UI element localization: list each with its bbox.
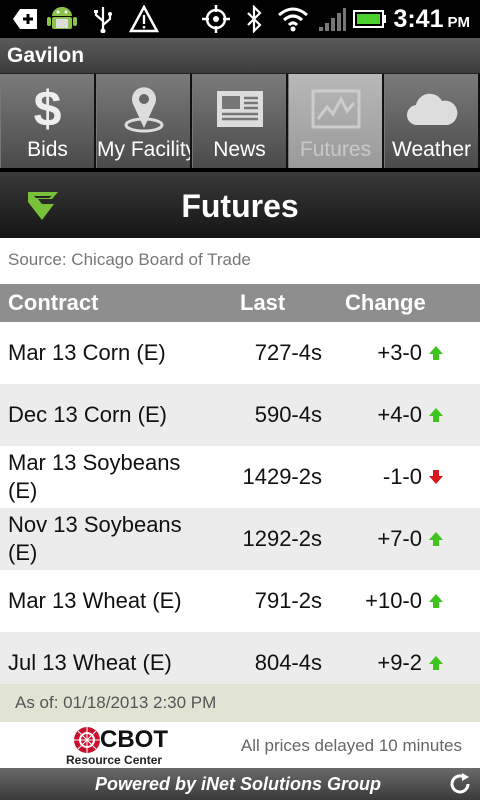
change-cell: -1-0 bbox=[382, 464, 422, 489]
as-of-timestamp: As of: 01/18/2013 2:30 PM bbox=[0, 684, 480, 722]
contract-cell: Mar 13 Soybeans (E) bbox=[8, 450, 181, 503]
tab-bids[interactable]: $ Bids bbox=[0, 74, 96, 168]
chart-icon bbox=[289, 84, 382, 134]
cloud-icon bbox=[385, 84, 478, 134]
change-cell: +9-2 bbox=[377, 650, 422, 675]
column-header-contract: Contract bbox=[8, 290, 99, 315]
table-row[interactable]: Dec 13 Corn (E) 590-4s +4-0 bbox=[0, 384, 480, 446]
app-title: Gavilon bbox=[0, 38, 480, 74]
change-cell: +3-0 bbox=[377, 340, 422, 365]
tab-label: My Facility bbox=[97, 138, 192, 161]
wifi-icon bbox=[276, 4, 310, 34]
status-bar: 3:41 PM bbox=[0, 0, 480, 38]
change-cell: +10-0 bbox=[365, 588, 422, 613]
bluetooth-icon bbox=[242, 4, 266, 34]
gps-icon bbox=[200, 4, 232, 34]
contract-cell: Nov 13 Soybeans (E) bbox=[8, 512, 182, 565]
change-cell: +4-0 bbox=[377, 402, 422, 427]
source-text: Source: Chicago Board of Trade bbox=[0, 238, 480, 284]
column-header-last: Last bbox=[240, 290, 286, 315]
clock: 3:41 PM bbox=[393, 4, 470, 34]
up-arrow-icon bbox=[429, 594, 443, 608]
page-title: Futures bbox=[181, 188, 299, 224]
add-notification-icon bbox=[10, 4, 40, 34]
table-row[interactable]: Mar 13 Corn (E) 727-4s +3-0 bbox=[0, 322, 480, 384]
dollar-icon: $ bbox=[33, 81, 62, 137]
delay-notice: All prices delayed 10 minutes bbox=[240, 736, 462, 755]
usb-icon bbox=[90, 4, 116, 34]
contract-cell: Dec 13 Corn (E) bbox=[8, 402, 167, 427]
last-cell: 804-4s bbox=[254, 650, 322, 675]
refresh-icon[interactable] bbox=[448, 772, 472, 800]
warning-icon bbox=[128, 4, 160, 34]
contract-cell: Mar 13 Corn (E) bbox=[8, 340, 166, 365]
android-icon bbox=[44, 4, 80, 34]
contract-cell: Mar 13 Wheat (E) bbox=[8, 588, 182, 613]
tab-label: Weather bbox=[392, 138, 471, 161]
change-cell: +7-0 bbox=[377, 526, 422, 551]
futures-table: Mar 13 Corn (E) 727-4s +3-0 Dec 13 Corn … bbox=[0, 322, 480, 694]
column-header-change: Change bbox=[345, 290, 426, 315]
up-arrow-icon bbox=[429, 656, 443, 670]
tab-label: Futures bbox=[299, 138, 372, 161]
newspaper-icon bbox=[193, 84, 286, 134]
battery-icon bbox=[352, 4, 388, 34]
cbot-seal-icon bbox=[74, 727, 100, 753]
table-header: Contract Last Change bbox=[0, 284, 480, 322]
powered-by-bar: Powered by iNet Solutions Group bbox=[0, 768, 480, 800]
table-row[interactable]: Mar 13 Soybeans (E) 1429-2s -1-0 bbox=[0, 446, 480, 508]
tab-my-facility[interactable]: My Facility bbox=[96, 74, 192, 168]
down-arrow-icon bbox=[429, 470, 443, 484]
location-pin-icon bbox=[97, 84, 190, 134]
last-cell: 1429-2s bbox=[242, 464, 322, 489]
up-arrow-icon bbox=[429, 346, 443, 360]
signal-icon bbox=[316, 4, 348, 34]
clock-ampm: PM bbox=[447, 14, 471, 31]
tab-bar: $ Bids My Facility News Futures Weather bbox=[0, 74, 480, 168]
cbot-subtitle: Resource Center bbox=[66, 753, 163, 767]
tab-label: Bids bbox=[27, 138, 68, 161]
up-arrow-icon bbox=[429, 532, 443, 546]
tab-weather[interactable]: Weather bbox=[384, 74, 480, 168]
tab-futures[interactable]: Futures bbox=[288, 74, 384, 168]
clock-time: 3:41 bbox=[393, 5, 444, 33]
up-arrow-icon bbox=[429, 408, 443, 422]
tab-label: News bbox=[213, 138, 266, 161]
last-cell: 727-4s bbox=[254, 340, 322, 365]
contract-cell: Jul 13 Wheat (E) bbox=[8, 650, 172, 675]
powered-by-text: Powered by iNet Solutions Group bbox=[95, 774, 382, 794]
cbot-footer: CBOT Resource Center All prices delayed … bbox=[0, 722, 480, 768]
cbot-logo: CBOT Resource Center bbox=[66, 726, 186, 767]
tab-news[interactable]: News bbox=[192, 74, 288, 168]
cbot-logo-text: CBOT bbox=[100, 726, 168, 753]
last-cell: 791-2s bbox=[254, 588, 322, 613]
table-row[interactable]: Nov 13 Soybeans (E) 1292-2s +7-0 bbox=[0, 508, 480, 570]
last-cell: 590-4s bbox=[254, 402, 322, 427]
table-row[interactable]: Mar 13 Wheat (E) 791-2s +10-0 bbox=[0, 570, 480, 632]
futures-header: Futures bbox=[0, 170, 480, 238]
last-cell: 1292-2s bbox=[242, 526, 322, 551]
